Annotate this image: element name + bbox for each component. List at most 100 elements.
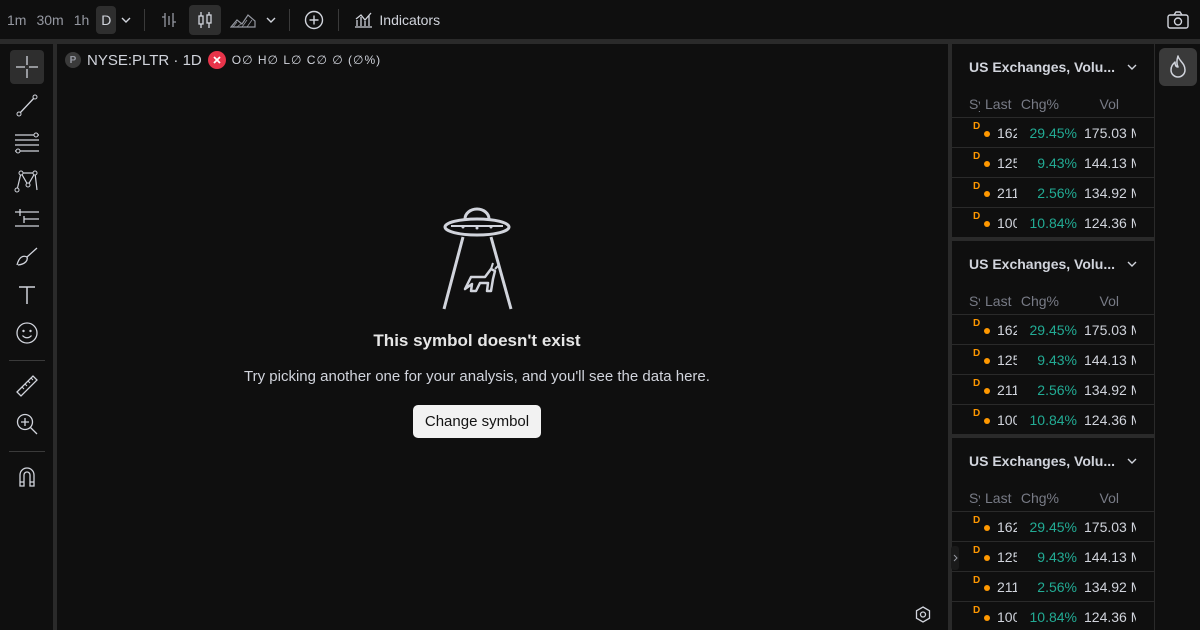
table-row[interactable]: D 211 2.56% 134.92 M: [952, 375, 1154, 405]
watchlist-title: US Exchanges, Volu...: [969, 59, 1116, 75]
flag-label: D: [973, 318, 981, 329]
table-row[interactable]: D 125 9.43% 144.13 M: [952, 345, 1154, 375]
volume: 124.36 M: [1084, 214, 1136, 231]
status-dot: [984, 418, 990, 424]
emoji-icon[interactable]: [10, 316, 44, 350]
change-percent: 2.56%: [1037, 184, 1077, 201]
indicators-button[interactable]: Indicators: [347, 11, 446, 29]
error-icon[interactable]: [207, 51, 226, 69]
ruler-icon[interactable]: [10, 369, 44, 403]
top-toolbar: 1m 30m 1h D Indicators: [0, 0, 1200, 40]
symbol-title[interactable]: NYSE:PLTR · 1D: [87, 52, 202, 69]
zoom-in-icon[interactable]: [10, 407, 44, 441]
timeframe-d[interactable]: D: [96, 5, 117, 34]
watchlist-header[interactable]: US Exchanges, Volu...: [952, 241, 1154, 287]
flag-label: D: [973, 121, 981, 132]
change-percent: 2.56%: [1037, 381, 1077, 398]
magnet-icon[interactable]: [10, 460, 44, 494]
volume: 134.92 M: [1084, 578, 1136, 595]
column-symbol[interactable]: Symbol: [952, 96, 980, 112]
chevron-right-icon: [953, 554, 958, 562]
column-chg[interactable]: Chg%: [1014, 490, 1059, 506]
chart-pane[interactable]: P NYSE:PLTR · 1D O∅ H∅ L∅ C∅ ∅ (∅%) This…: [57, 44, 948, 630]
change-percent: 2.56%: [1037, 578, 1077, 595]
chart-type-chevron-down-icon[interactable]: [261, 6, 281, 34]
trend-line-icon[interactable]: [10, 88, 44, 122]
table-row[interactable]: D 125 9.43% 144.13 M: [952, 148, 1154, 178]
table-row[interactable]: D 211 2.56% 134.92 M: [952, 572, 1154, 602]
table-row[interactable]: D 125 9.43% 144.13 M: [952, 542, 1154, 572]
watchlist-title: US Exchanges, Volu...: [969, 453, 1116, 469]
volume: 124.36 M: [1084, 411, 1136, 428]
column-last[interactable]: Last: [980, 293, 1014, 309]
column-vol[interactable]: Vol: [1059, 490, 1119, 506]
watchlist-title: US Exchanges, Volu...: [969, 256, 1116, 272]
tools-divider: [8, 451, 45, 452]
status-dot: [984, 191, 990, 197]
indicators-icon: [355, 12, 373, 28]
area-chart-type-icon[interactable]: [227, 5, 259, 35]
bar-chart-type-icon[interactable]: [153, 5, 185, 35]
column-chg[interactable]: Chg%: [1014, 96, 1059, 112]
status-dot: [984, 358, 990, 364]
volume: 144.13 M: [1084, 154, 1136, 171]
change-percent: 29.45%: [1029, 321, 1077, 338]
watchlist-header[interactable]: US Exchanges, Volu...: [952, 438, 1154, 484]
status-dot: [984, 388, 990, 394]
watchlist-columns: Symbol Last Chg% Vol: [952, 484, 1154, 512]
volume: 134.92 M: [1084, 184, 1136, 201]
status-dot: [984, 585, 990, 591]
brush-icon[interactable]: [10, 240, 44, 274]
chevron-down-icon[interactable]: [1127, 261, 1137, 267]
timeframe-30m[interactable]: 30m: [31, 6, 68, 34]
ufo-cow-icon: [442, 207, 513, 310]
table-row[interactable]: D 162 29.45% 175.03 M: [952, 512, 1154, 542]
camera-icon[interactable]: [1164, 6, 1192, 34]
hotlist-flame-icon[interactable]: [1159, 48, 1197, 86]
chart-settings-icon[interactable]: [914, 606, 932, 624]
tools-divider: [8, 360, 45, 361]
column-last[interactable]: Last: [980, 96, 1014, 112]
change-percent: 29.45%: [1029, 518, 1077, 535]
collapse-panel-handle[interactable]: [951, 546, 959, 570]
timeframe-1m[interactable]: 1m: [2, 6, 31, 34]
status-dot: [984, 221, 990, 227]
table-row[interactable]: D 100 10.84% 124.36 M: [952, 405, 1154, 434]
watchlist-panel: US Exchanges, Volu... Symbol Last Chg% V…: [952, 438, 1154, 630]
timeframe-chevron-down-icon[interactable]: [116, 6, 136, 34]
table-row[interactable]: D 211 2.56% 134.92 M: [952, 178, 1154, 208]
chevron-down-icon[interactable]: [1127, 64, 1137, 70]
crosshair-icon[interactable]: [9, 50, 44, 84]
volume: 175.03 M: [1084, 321, 1136, 338]
flag-label: D: [973, 408, 981, 419]
timeframe-1h[interactable]: 1h: [69, 6, 95, 34]
text-icon[interactable]: [10, 278, 44, 312]
fib-retracement-icon[interactable]: [10, 126, 44, 160]
watchlist-panel: US Exchanges, Volu... Symbol Last Chg% V…: [952, 44, 1154, 237]
table-row[interactable]: D 162 29.45% 175.03 M: [952, 118, 1154, 148]
table-row[interactable]: D 162 29.45% 175.03 M: [952, 315, 1154, 345]
chevron-down-icon[interactable]: [1127, 458, 1137, 464]
column-last[interactable]: Last: [980, 490, 1014, 506]
right-sidebar: [1155, 44, 1200, 630]
drawing-toolbar: [0, 44, 53, 630]
symbol-legend: P NYSE:PLTR · 1D O∅ H∅ L∅ C∅ ∅ (∅%): [65, 50, 381, 70]
column-symbol[interactable]: Symbol: [952, 293, 980, 309]
column-vol[interactable]: Vol: [1059, 293, 1119, 309]
empty-state-subtitle: Try picking another one for your analysi…: [244, 368, 710, 385]
change-percent: 9.43%: [1037, 351, 1077, 368]
forecast-icon[interactable]: [10, 202, 44, 236]
table-row[interactable]: D 100 10.84% 124.36 M: [952, 208, 1154, 237]
column-chg[interactable]: Chg%: [1014, 293, 1059, 309]
column-vol[interactable]: Vol: [1059, 96, 1119, 112]
compare-plus-icon[interactable]: [298, 5, 330, 35]
table-row[interactable]: D 100 10.84% 124.36 M: [952, 602, 1154, 630]
change-percent: 10.84%: [1029, 411, 1077, 428]
change-symbol-button[interactable]: Change symbol: [412, 405, 542, 438]
volume: 134.92 M: [1084, 381, 1136, 398]
watchlist-header[interactable]: US Exchanges, Volu...: [952, 44, 1154, 90]
volume: 144.13 M: [1084, 548, 1136, 565]
pattern-icon[interactable]: [10, 164, 44, 198]
column-symbol[interactable]: Symbol: [952, 490, 980, 506]
candles-chart-type-icon[interactable]: [189, 4, 222, 35]
